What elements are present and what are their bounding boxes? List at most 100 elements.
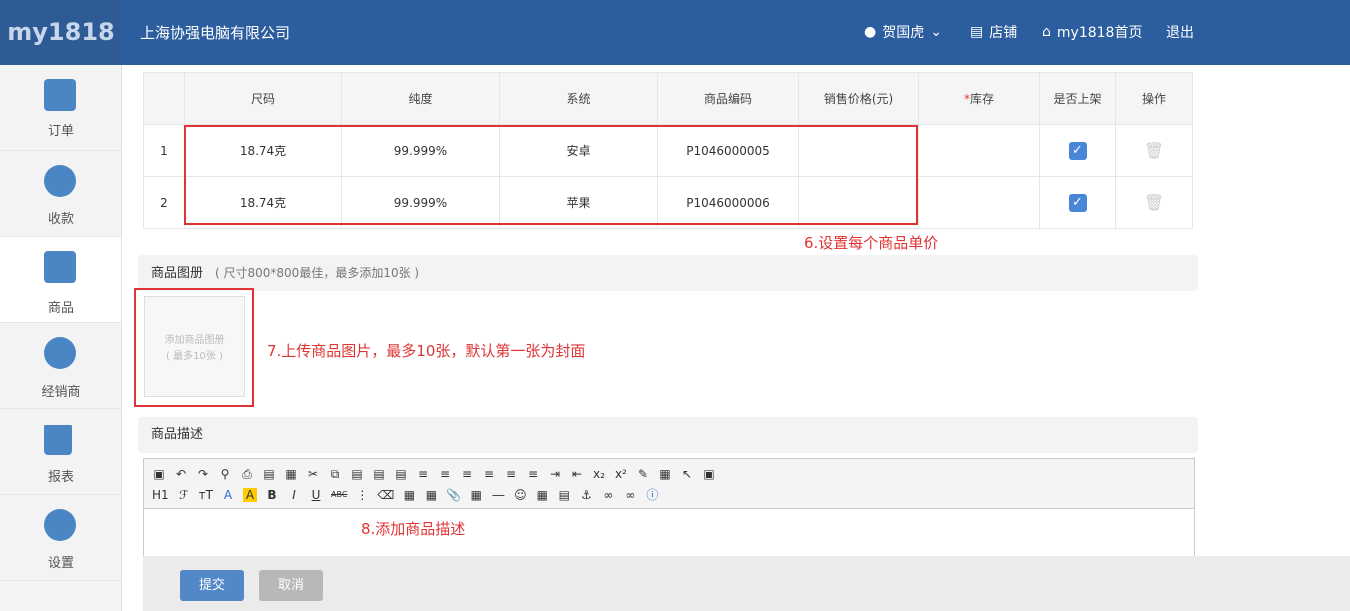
fullscreen-icon[interactable]: ▣ <box>702 467 716 481</box>
listed-checkbox[interactable]: ✓ <box>1039 176 1116 229</box>
listed-checkbox[interactable]: ✓ <box>1039 124 1116 177</box>
submit-button[interactable]: 提交 <box>180 570 244 601</box>
ordered-list-icon[interactable]: ≡ <box>504 467 518 481</box>
clear-format-icon[interactable]: ✎ <box>636 467 650 481</box>
sidebar-label: 订单 <box>47 124 74 139</box>
delete-button[interactable]: 🗑 <box>1115 124 1193 177</box>
underline-button[interactable]: U <box>309 488 323 502</box>
stock-input[interactable] <box>918 176 1040 229</box>
top-bar: my1818 上海协强电脑有限公司 ● 贺国虎 ⌄ ▤ 店铺 ⌂ my1818首… <box>0 0 1350 65</box>
font-family-button[interactable]: ℱ <box>177 488 191 502</box>
money-bag-icon <box>44 165 76 197</box>
hr-icon[interactable]: ― <box>491 488 505 502</box>
sidebar-label: 经销商 <box>41 385 81 400</box>
gear-icon <box>44 509 76 541</box>
column-header: 销售价格(元) <box>798 72 919 125</box>
redo-icon[interactable]: ↷ <box>196 467 210 481</box>
print-icon[interactable]: ⎙ <box>240 467 254 481</box>
cut-icon[interactable]: ✂ <box>306 467 320 481</box>
table-header: 尺码 纯度 系统 商品编码 销售价格(元) *库存 是否上架 操作 <box>143 72 1193 125</box>
footer-bar: 提交 取消 <box>143 556 1350 611</box>
font-size-button[interactable]: тT <box>199 488 213 502</box>
justify-icon[interactable]: ≡ <box>482 467 496 481</box>
column-header: 纯度 <box>341 72 500 125</box>
font-color-button[interactable]: A <box>221 488 235 502</box>
unordered-list-icon[interactable]: ≡ <box>526 467 540 481</box>
annotation-8: 8.添加商品描述 <box>361 520 466 538</box>
emoticon-icon[interactable]: ☺ <box>513 488 527 502</box>
source-icon[interactable]: ▣ <box>152 467 166 481</box>
cursor-icon[interactable]: ↖ <box>680 467 694 481</box>
page-break-icon[interactable]: ▤ <box>557 488 571 502</box>
heading-button[interactable]: H1 <box>152 488 169 502</box>
logo[interactable]: my1818 <box>0 0 122 65</box>
person-icon <box>44 337 76 369</box>
checkmark-icon: ✓ <box>1068 141 1087 160</box>
stock-input[interactable] <box>918 124 1040 177</box>
user-menu[interactable]: ● 贺国虎 ⌄ <box>864 22 942 42</box>
strike-button[interactable]: ABC <box>331 488 347 502</box>
image-icon[interactable]: ▦ <box>402 488 416 502</box>
align-center-icon[interactable]: ≡ <box>438 467 452 481</box>
align-right-icon[interactable]: ≡ <box>460 467 474 481</box>
column-header: 操作 <box>1115 72 1193 125</box>
checkmark-icon: ✓ <box>1068 193 1087 212</box>
logout-link[interactable]: 退出 <box>1166 22 1194 42</box>
italic-button[interactable]: I <box>287 488 301 502</box>
paste-icon[interactable]: ▤ <box>350 467 364 481</box>
unlink-icon[interactable]: ∞ <box>623 488 637 502</box>
outdent-icon[interactable]: ⇤ <box>570 467 584 481</box>
sidebar-item-settings[interactable]: 设置 <box>0 495 121 581</box>
delete-button[interactable]: 🗑 <box>1115 176 1193 229</box>
superscript-icon[interactable]: x² <box>614 467 628 481</box>
sidebar-item-products[interactable]: 商品 <box>0 237 121 323</box>
link-icon[interactable]: ∞ <box>601 488 615 502</box>
highlight-color-button[interactable]: A <box>243 487 257 502</box>
column-header: *库存 <box>918 72 1040 125</box>
column-header: 尺码 <box>184 72 342 125</box>
paste-text-icon[interactable]: ▤ <box>372 467 386 481</box>
preview-icon[interactable]: ⚲ <box>218 467 232 481</box>
picture-icon[interactable]: ▦ <box>535 488 549 502</box>
template-icon[interactable]: ▤ <box>262 467 276 481</box>
line-height-icon[interactable]: ⋮ <box>355 488 369 502</box>
bold-button[interactable]: B <box>265 488 279 502</box>
paste-word-icon[interactable]: ▤ <box>394 467 408 481</box>
shopping-bag-icon <box>44 251 76 283</box>
chevron-down-icon: ⌄ <box>930 24 942 40</box>
add-gallery-button[interactable]: 添加商品图册 ( 最多10张 ) <box>144 296 245 397</box>
home-icon: ⌂ <box>1042 24 1051 40</box>
column-header: 是否上架 <box>1039 72 1116 125</box>
anchor-icon[interactable]: ⚓ <box>579 488 593 502</box>
sidebar: 订单 收款 商品 经销商 报表 设置 <box>0 65 122 611</box>
row-index: 2 <box>143 176 185 229</box>
help-icon[interactable]: ⓘ <box>645 488 659 502</box>
list-icon <box>44 79 76 111</box>
select-all-icon[interactable]: ▦ <box>658 467 672 481</box>
code-icon[interactable]: ▦ <box>284 467 298 481</box>
undo-icon[interactable]: ↶ <box>174 467 188 481</box>
sidebar-label: 收款 <box>47 212 74 227</box>
sidebar-item-payments[interactable]: 收款 <box>0 151 121 237</box>
store-link[interactable]: ▤ 店铺 <box>970 22 1017 42</box>
eraser-icon[interactable]: ⌫ <box>377 488 394 502</box>
index-header <box>143 72 185 125</box>
sidebar-item-orders[interactable]: 订单 <box>0 65 121 151</box>
align-left-icon[interactable]: ≡ <box>416 467 430 481</box>
home-label: my1818首页 <box>1056 25 1143 41</box>
column-header: 商品编码 <box>657 72 799 125</box>
company-name: 上海协强电脑有限公司 <box>140 24 291 42</box>
cancel-button[interactable]: 取消 <box>259 570 323 601</box>
sidebar-item-dealers[interactable]: 经销商 <box>0 323 121 409</box>
copy-icon[interactable]: ⧉ <box>328 467 342 481</box>
sidebar-item-reports[interactable]: 报表 <box>0 409 121 495</box>
home-link[interactable]: ⌂ my1818首页 <box>1042 22 1142 42</box>
user-icon: ● <box>864 24 877 40</box>
gallery-title: 商品图册 <box>151 266 204 281</box>
multi-image-icon[interactable]: ▦ <box>424 488 438 502</box>
subscript-icon[interactable]: x₂ <box>592 467 606 481</box>
indent-icon[interactable]: ⇥ <box>548 467 562 481</box>
annotation-7: 7.上传商品图片，最多10张，默认第一张为封面 <box>267 342 586 360</box>
table-icon[interactable]: ▦ <box>469 488 483 502</box>
attachment-icon[interactable]: 📎 <box>446 488 461 502</box>
